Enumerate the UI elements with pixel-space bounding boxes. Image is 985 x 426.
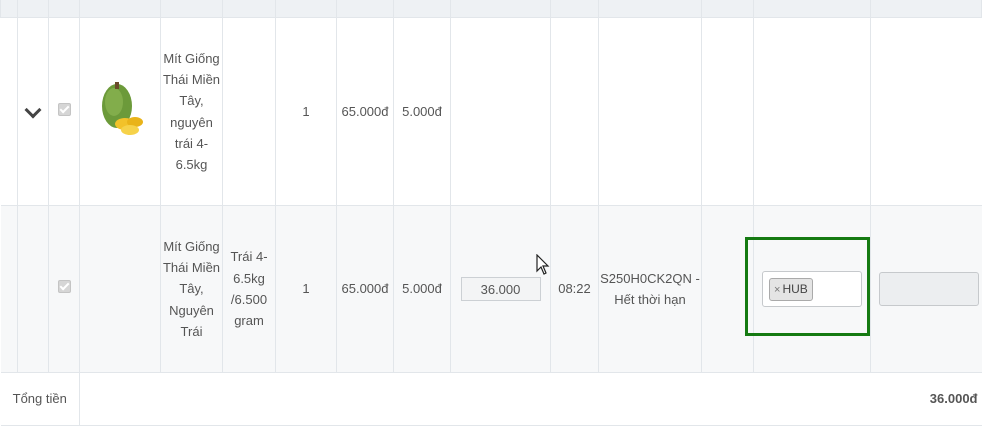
amount-cell (450, 205, 551, 373)
product-name: Mít Giống Thái Miền Tây, nguyên trái 4-6… (160, 17, 223, 206)
expand-toggle[interactable] (17, 17, 49, 206)
table-row: Mít Giống Thái Miền Tây, Nguyên Trái Trá… (0, 205, 982, 373)
fee: 5.000đ (393, 17, 451, 206)
row-checkbox[interactable] (57, 102, 71, 116)
variant: Trái 4-6.5kg /6.500 gram (222, 205, 276, 373)
tag-chip: × HUB (769, 278, 813, 301)
amount-input[interactable] (460, 277, 541, 301)
product-name: Mít Giống Thái Miền Tây, Nguyên Trái (160, 205, 223, 373)
tag-select[interactable]: × HUB (762, 271, 862, 307)
tag-remove-icon[interactable]: × (774, 284, 780, 296)
variant (222, 17, 276, 206)
mouse-cursor-icon (536, 254, 550, 275)
order-items-panel: Mít Giống Thái Miền Tây, nguyên trái 4-6… (0, 0, 985, 426)
jackfruit-image (102, 82, 143, 136)
extra-cell (870, 205, 982, 373)
table-footer-row: Tổng tiền 36.000đ (0, 372, 982, 426)
tag-label: HUB (782, 282, 808, 296)
table-header-row (0, 0, 982, 18)
price: 65.000đ (336, 17, 394, 206)
row-select-cell (48, 17, 80, 206)
time: 08:22 (550, 205, 599, 373)
product-image-cell (79, 17, 161, 206)
table-row: Mít Giống Thái Miền Tây, nguyên trái 4-6… (0, 17, 982, 206)
quantity: 1 (275, 205, 337, 373)
row-select-cell (48, 205, 80, 373)
tag-cell: × HUB (753, 205, 871, 373)
total-label: Tổng tiền (0, 372, 80, 426)
row-checkbox[interactable] (57, 280, 71, 294)
fee: 5.000đ (393, 205, 451, 373)
extra-input[interactable] (879, 272, 979, 306)
chevron-down-icon[interactable] (24, 101, 42, 119)
price: 65.000đ (336, 205, 394, 373)
total-value: 36.000đ (79, 372, 982, 426)
code-status: S250H0CK2QN - Hết thời hạn (598, 205, 702, 373)
order-items-table: Mít Giống Thái Miền Tây, nguyên trái 4-6… (0, 0, 982, 426)
quantity: 1 (275, 17, 337, 206)
